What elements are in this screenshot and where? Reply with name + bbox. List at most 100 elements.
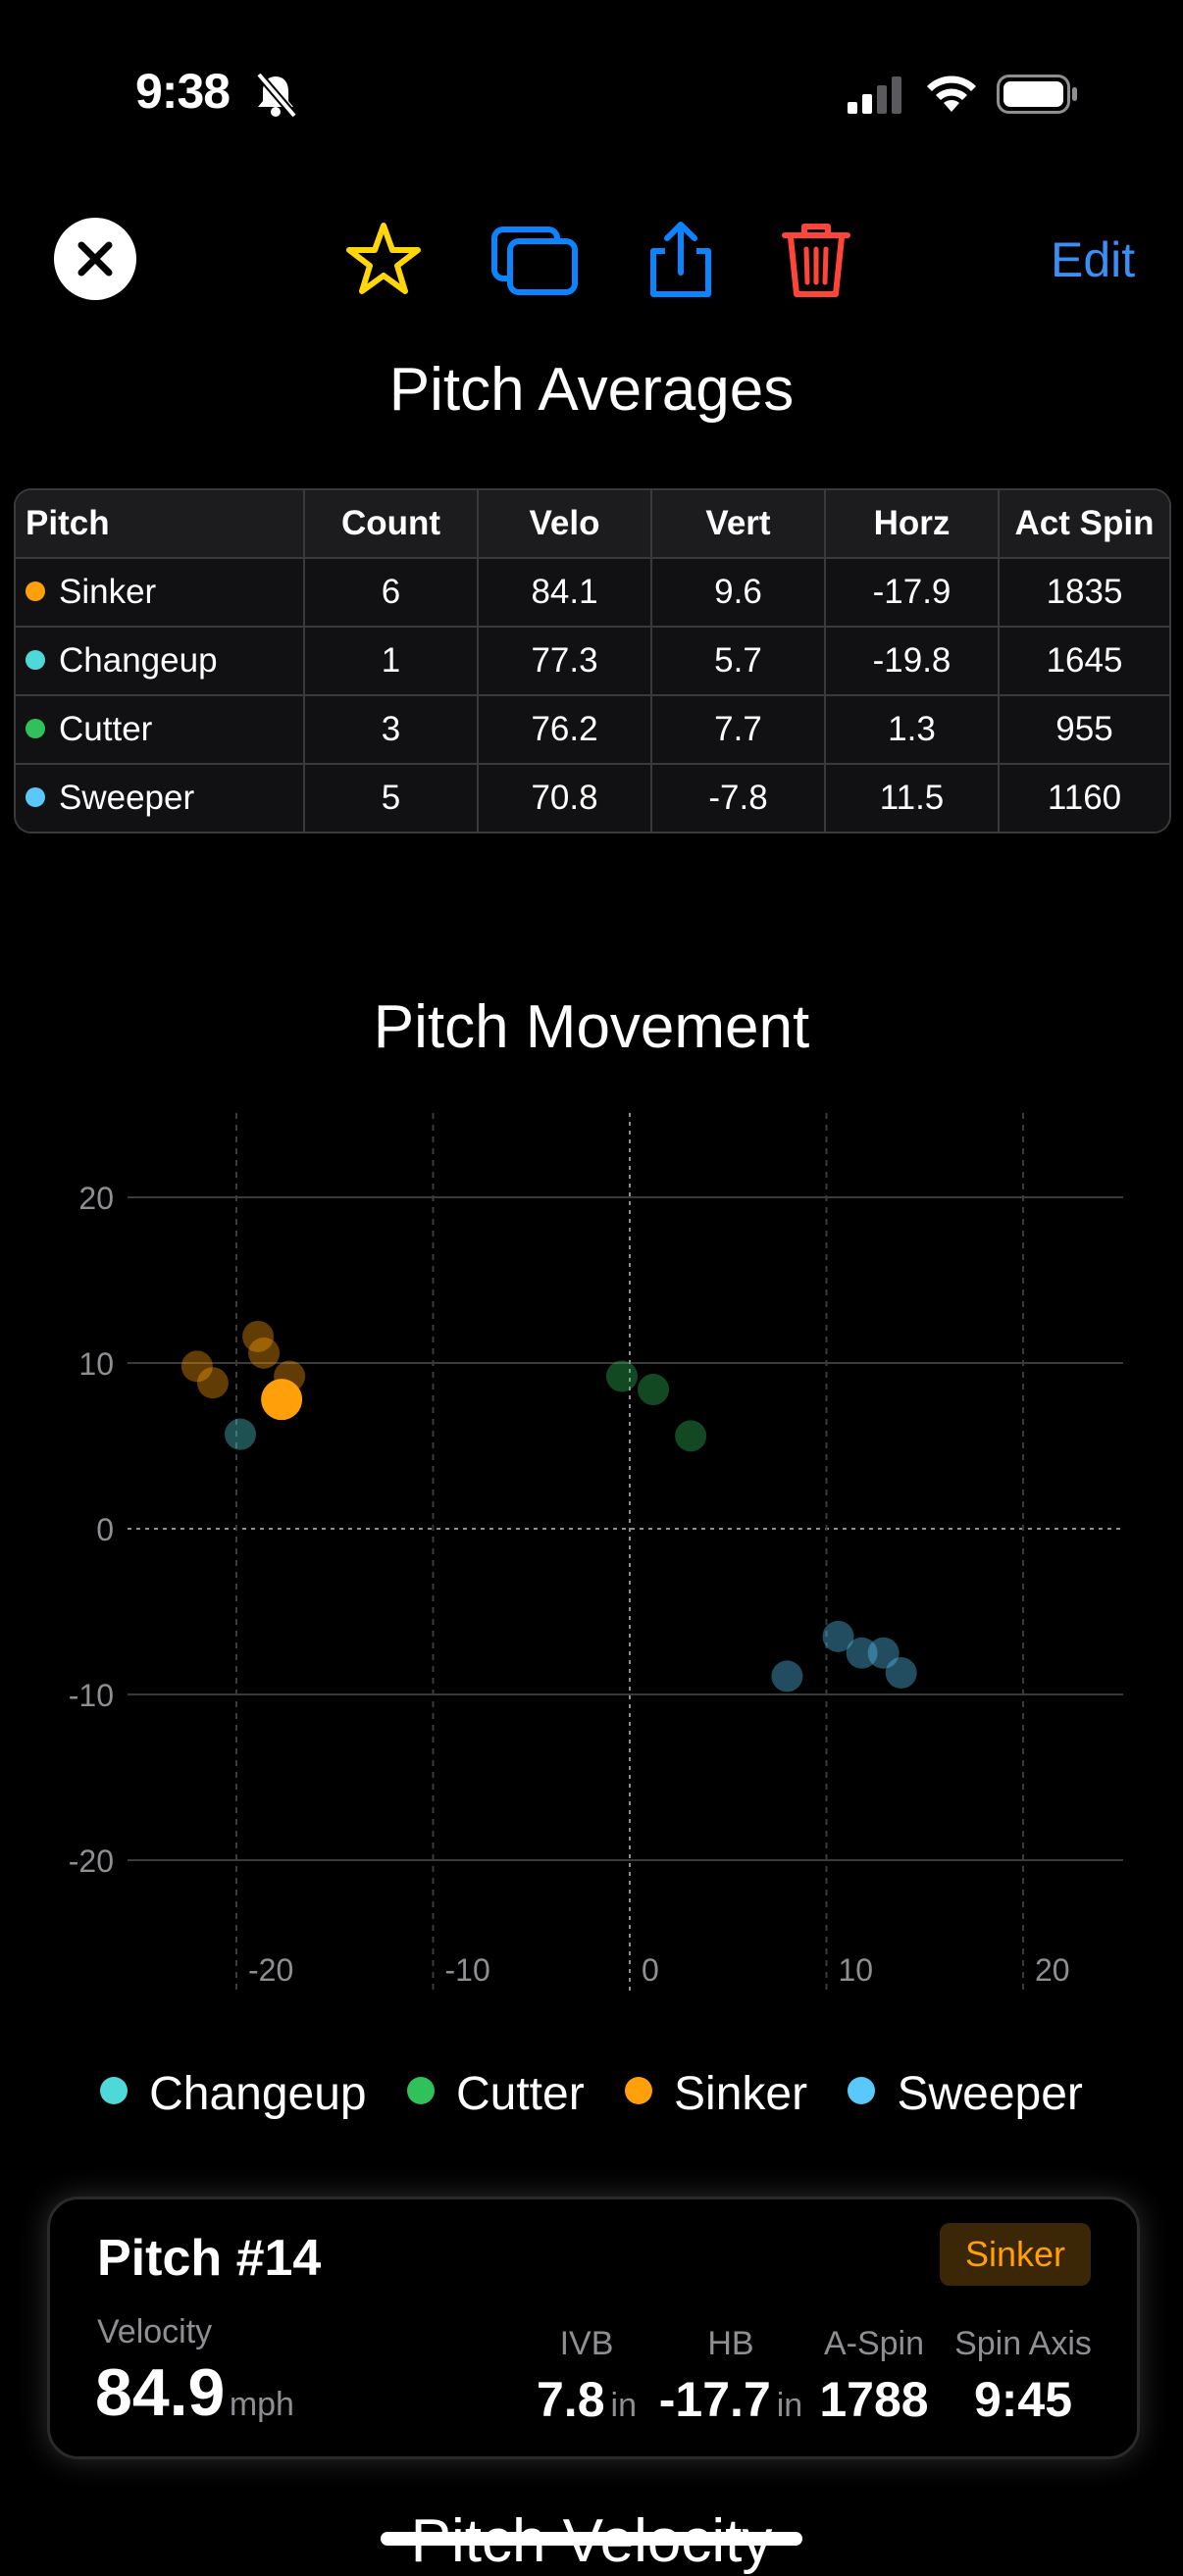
metric-value: 9:45 xyxy=(973,2372,1073,2427)
star-icon xyxy=(346,223,421,294)
averages-title: Pitch Averages xyxy=(388,356,795,424)
horz-cell: -19.8 xyxy=(824,626,1000,696)
x-tick-label: 0 xyxy=(642,1952,659,1988)
pitch-color-dot xyxy=(26,581,45,601)
pitch-color-dot xyxy=(26,786,45,807)
x-tick-label: -10 xyxy=(445,1952,490,1988)
pitch-color-dot xyxy=(26,718,45,738)
x-tick-label: -20 xyxy=(248,1952,293,1988)
active-spin-metric: A-Spin 1788 xyxy=(805,2325,943,2428)
y-tick-label: -20 xyxy=(69,1844,114,1879)
data-point-changeup xyxy=(225,1418,257,1450)
metric-label: IVB xyxy=(559,2325,614,2362)
vert-cell: 7.7 xyxy=(650,694,826,765)
legend-label: Changeup xyxy=(149,2068,367,2120)
legend-label: Sweeper xyxy=(897,2068,1083,2120)
pitch-cell: Sweeper xyxy=(16,763,305,832)
column-header: Velo xyxy=(477,490,652,559)
velo-cell: 77.3 xyxy=(477,626,652,696)
column-header: Act Spin xyxy=(998,490,1169,559)
status-time: 9:38 xyxy=(135,64,231,119)
chart-legend: Changeup Cutter Sinker Sweeper xyxy=(0,2067,1183,2121)
pitch-name: Changeup xyxy=(59,641,218,680)
column-header: Horz xyxy=(824,490,1000,559)
selected-pitch-card[interactable]: Pitch #14 Sinker Velocity 84.9 mph IVB 7… xyxy=(47,2197,1140,2459)
data-point-sweeper xyxy=(885,1657,917,1690)
pitch-movement-chart: 20 10 0 -10 -20 -20 -10 0 10 20 xyxy=(69,1113,1123,1995)
spin-cell: 1160 xyxy=(998,763,1169,832)
spin-cell: 1645 xyxy=(998,626,1169,696)
metric-label: Spin Axis xyxy=(954,2325,1092,2362)
pitch-color-dot xyxy=(26,649,45,670)
velocity-value: 84.9 xyxy=(95,2355,226,2430)
share-icon xyxy=(650,222,711,297)
legend-item-changeup: Changeup xyxy=(100,2067,367,2121)
data-point-cutter xyxy=(605,1360,638,1392)
metric-label: HB xyxy=(707,2325,754,2362)
count-cell: 1 xyxy=(303,626,479,696)
velocity-label: Velocity xyxy=(97,2313,213,2350)
legend-dot xyxy=(625,2077,653,2105)
vert-cell: -7.8 xyxy=(650,763,826,832)
spin-cell: 955 xyxy=(998,694,1169,765)
column-header: Vert xyxy=(650,490,826,559)
pitch-cell: Changeup xyxy=(16,626,305,696)
spin-cell: 1835 xyxy=(998,557,1169,628)
trash-icon xyxy=(782,224,850,297)
column-header: Pitch xyxy=(16,490,305,559)
legend-label: Sinker xyxy=(674,2068,808,2120)
home-indicator[interactable] xyxy=(381,2532,802,2546)
ivb-metric: IVB 7.8 in xyxy=(513,2325,660,2428)
duplicate-button[interactable] xyxy=(490,218,578,300)
legend-item-cutter: Cutter xyxy=(406,2067,585,2121)
delete-button[interactable] xyxy=(775,218,857,300)
data-point-sweeper xyxy=(771,1660,803,1692)
velo-cell: 70.8 xyxy=(477,763,652,832)
table-row: Changeup 1 77.3 5.7 -19.8 1645 xyxy=(16,626,1169,696)
metric-value: 7.8 xyxy=(537,2372,605,2427)
count-cell: 6 xyxy=(303,557,479,628)
metric-value: -17.7 xyxy=(658,2372,771,2427)
legend-item-sweeper: Sweeper xyxy=(848,2067,1083,2121)
horz-cell: 11.5 xyxy=(824,763,1000,832)
velo-cell: 76.2 xyxy=(477,694,652,765)
cellular-signal-icon xyxy=(848,76,901,114)
close-icon xyxy=(77,241,113,277)
silent-mode-icon xyxy=(255,72,298,119)
close-button[interactable] xyxy=(54,218,136,300)
table-header-row: Pitch Count Velo Vert Horz Act Spin xyxy=(16,490,1169,559)
x-tick-label: 10 xyxy=(839,1952,874,1988)
metric-value: 1788 xyxy=(819,2372,929,2427)
metric-unit: in xyxy=(776,2387,803,2424)
data-point-sinker xyxy=(248,1337,281,1369)
y-tick-label: 10 xyxy=(78,1346,114,1382)
data-point-cutter xyxy=(675,1420,707,1452)
y-tick-label: 20 xyxy=(78,1181,114,1216)
favorite-button[interactable] xyxy=(342,218,425,300)
table-row: Cutter 3 76.2 7.7 1.3 955 xyxy=(16,694,1169,765)
share-button[interactable] xyxy=(640,218,722,300)
spin-axis-metric: Spin Axis 9:45 xyxy=(943,2325,1104,2428)
horz-cell: 1.3 xyxy=(824,694,1000,765)
pitch-name: Sweeper xyxy=(59,779,195,817)
metric-label: A-Spin xyxy=(823,2325,925,2362)
pitch-type-badge: Sinker xyxy=(940,2223,1091,2286)
pitch-name: Cutter xyxy=(59,710,153,748)
table-row: Sweeper 5 70.8 -7.8 11.5 1160 xyxy=(16,763,1169,832)
legend-dot xyxy=(406,2077,435,2105)
hb-metric: HB -17.7 in xyxy=(643,2325,819,2428)
legend-label: Cutter xyxy=(455,2068,585,2120)
legend-dot xyxy=(848,2077,876,2105)
legend-item-sinker: Sinker xyxy=(625,2067,807,2121)
y-tick-label: 0 xyxy=(96,1512,114,1547)
horz-cell: -17.9 xyxy=(824,557,1000,628)
edit-button[interactable]: Edit xyxy=(1051,231,1135,288)
pitch-cell: Sinker xyxy=(16,557,305,628)
count-cell: 5 xyxy=(303,763,479,832)
pitch-number-title: Pitch #14 xyxy=(97,2230,322,2287)
vert-cell: 5.7 xyxy=(650,626,826,696)
metric-unit: in xyxy=(610,2387,637,2424)
legend-dot xyxy=(100,2077,129,2105)
velo-cell: 84.1 xyxy=(477,557,652,628)
velocity-unit: mph xyxy=(229,2386,294,2423)
